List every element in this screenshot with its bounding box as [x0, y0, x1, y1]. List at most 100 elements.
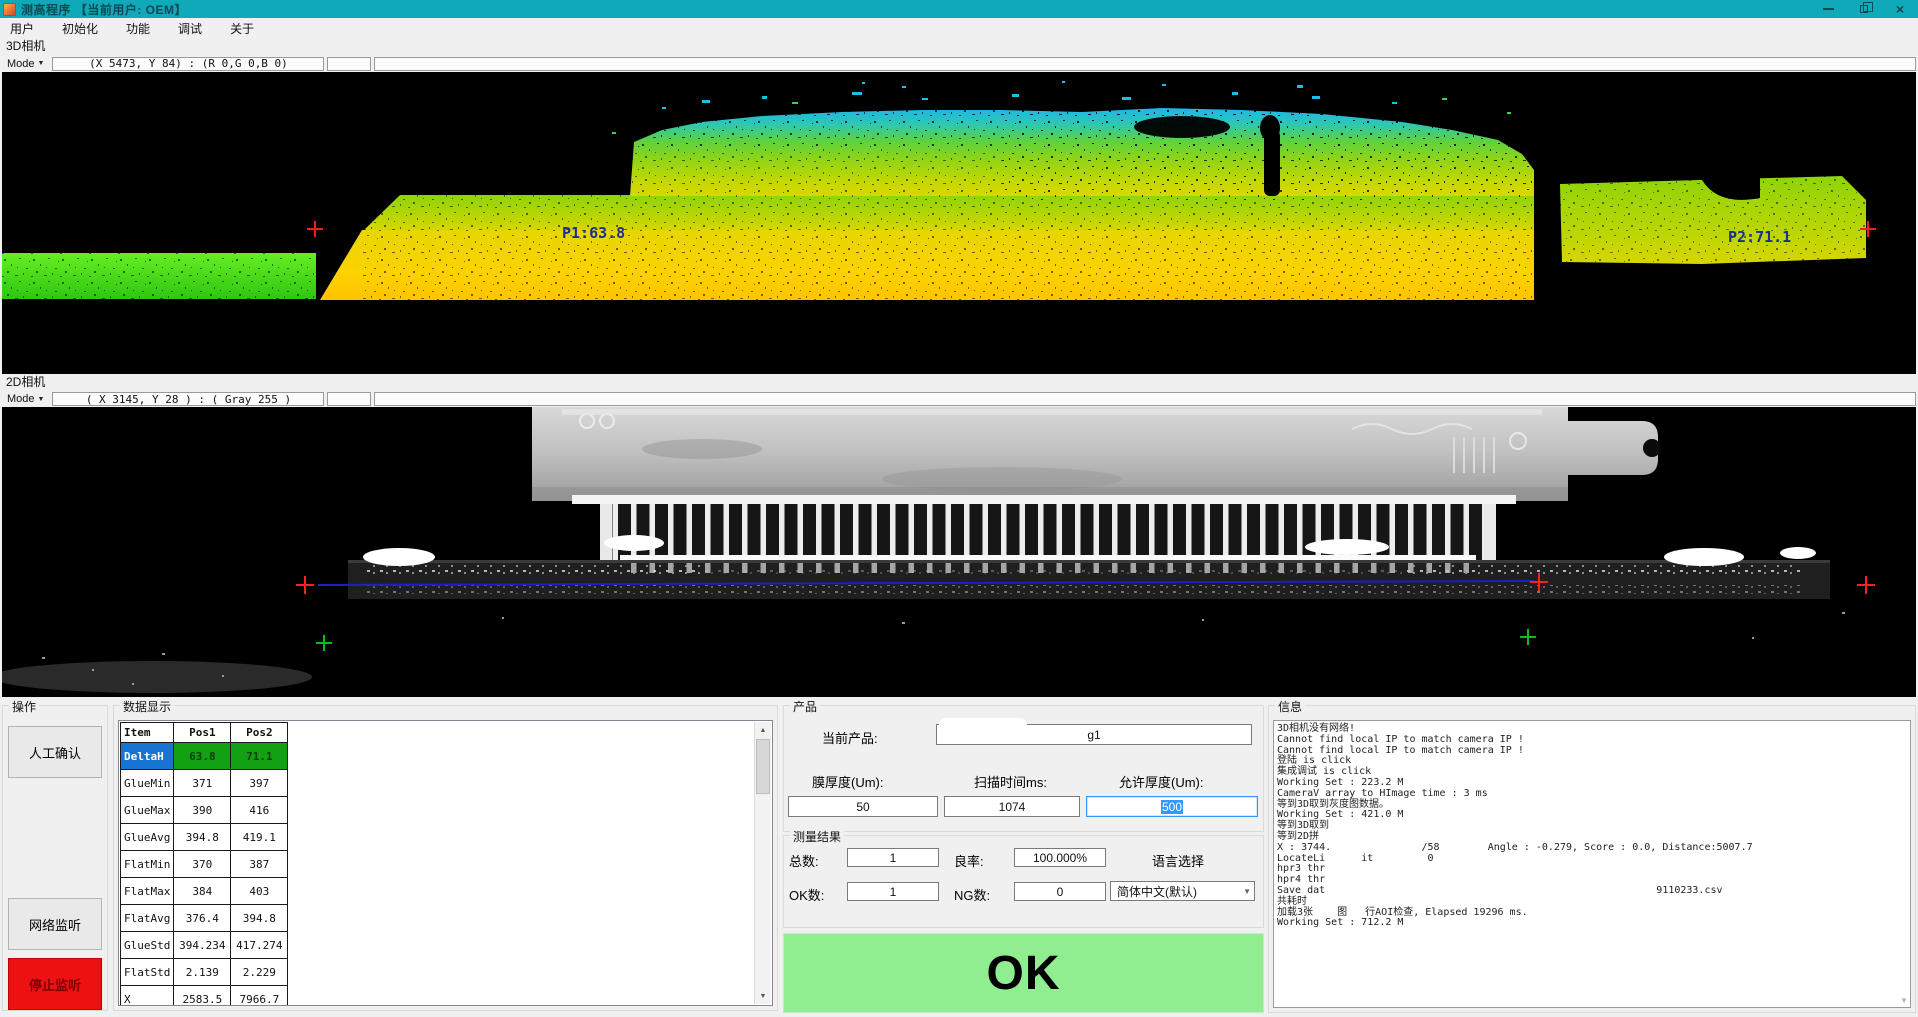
camera2d-status-box-wide	[374, 392, 1916, 406]
minimize-button[interactable]	[1810, 0, 1846, 18]
cell-pos1: 370	[174, 851, 231, 878]
camera3d-status-box-wide	[374, 57, 1916, 71]
cell-pos1: 394.234	[174, 932, 231, 959]
table-row[interactable]: FlatStd 2.139 2.229	[121, 959, 288, 986]
allow-thickness-input[interactable]: 500	[1086, 796, 1258, 817]
camera3d-label: 3D相机	[0, 38, 1918, 55]
scrollbar-thumb[interactable]	[756, 739, 770, 794]
ok-count-input[interactable]: 1	[847, 882, 939, 901]
grayscale-image	[2, 407, 1916, 697]
cell-item: FlatMax	[121, 878, 174, 905]
camera3d-status-box-empty	[327, 57, 371, 71]
camera2d-modebar: Mode ▼ ( X 3145, Y 28 ) : ( Gray 255 )	[0, 391, 1918, 407]
mode-button-label: Mode	[7, 58, 35, 70]
close-icon: ×	[1896, 2, 1904, 16]
selected-text: 500	[1161, 800, 1183, 814]
table-row[interactable]: FlatMax 384 403	[121, 878, 288, 905]
total-input[interactable]: 1	[847, 848, 939, 867]
cell-pos1: 394.8	[174, 824, 231, 851]
cell-pos2: 387	[231, 851, 288, 878]
menu-item-about[interactable]: 关于	[220, 18, 264, 39]
cell-item: X	[121, 986, 174, 1007]
cell-pos1: 2583.5	[174, 986, 231, 1007]
cell-item: FlatStd	[121, 959, 174, 986]
film-thickness-input[interactable]: 50	[788, 796, 938, 817]
log-line: Working Set : 712.2 M	[1277, 918, 1908, 929]
menu-bar: 用户 初始化 功能 调试 关于	[0, 18, 1918, 38]
network-listen-button[interactable]: 网络监听	[8, 898, 102, 950]
mode-button-label: Mode	[7, 393, 35, 405]
log-area[interactable]: 3D相机没有网络! Cannot find local IP to match …	[1273, 720, 1911, 1008]
close-button[interactable]: ×	[1882, 0, 1918, 18]
scroll-down-icon[interactable]: ▼	[755, 988, 771, 1004]
yield-input[interactable]: 100.000%	[1014, 848, 1106, 867]
cell-pos2: 2.229	[231, 959, 288, 986]
table-row[interactable]: GlueStd 394.234 417.274	[121, 932, 288, 959]
table-row[interactable]: GlueAvg 394.8 419.1	[121, 824, 288, 851]
menu-item-user[interactable]: 用户	[0, 18, 44, 39]
cell-pos2: 417.274	[231, 932, 288, 959]
scan-time-label: 扫描时间ms:	[974, 772, 1047, 791]
table-row[interactable]: GlueMax 390 416	[121, 797, 288, 824]
log-line: LocateLi it 0	[1277, 854, 1908, 865]
data-list-area: Item Pos1 Pos2 DeltaH 63.8 71.1 GlueMin …	[118, 720, 773, 1006]
title-bar: 测高程序 【当前用户: OEM】 ×	[0, 0, 1918, 18]
table-row[interactable]: DeltaH 63.8 71.1	[121, 743, 288, 770]
log-line: hpr3 thr	[1277, 864, 1908, 875]
scroll-down-icon[interactable]: ▼	[1900, 996, 1908, 1005]
cell-pos1: 376.4	[174, 905, 231, 932]
camera2d-status-box-empty	[327, 392, 371, 406]
log-line: Cannot find local IP to match camera IP …	[1277, 746, 1908, 757]
menu-item-function[interactable]: 功能	[116, 18, 160, 39]
cell-item: GlueMin	[121, 770, 174, 797]
redaction-blob	[939, 718, 1027, 732]
scan-time-input[interactable]: 1074	[944, 796, 1080, 817]
cell-pos2: 403	[231, 878, 288, 905]
minimize-icon	[1823, 8, 1834, 10]
camera3d-mode-button[interactable]: Mode ▼	[2, 56, 49, 71]
camera2d-pixel-readout: ( X 3145, Y 28 ) : ( Gray 255 )	[52, 392, 324, 406]
film-thickness-label: 膜厚度(Um):	[812, 772, 884, 791]
camera3d-modebar: Mode ▼ (X 5473, Y 84) : (R 0,G 0,B 0)	[0, 55, 1918, 72]
table-row[interactable]: X 2583.5 7966.7	[121, 986, 288, 1007]
table-row[interactable]: GlueMin 371 397	[121, 770, 288, 797]
table-row[interactable]: FlatAvg 376.4 394.8	[121, 905, 288, 932]
scroll-up-icon[interactable]: ▲	[755, 722, 771, 738]
log-line: X : 3744. /58 Angle : -0.279, Score : 0.…	[1277, 843, 1908, 854]
camera2d-viewport[interactable]	[2, 407, 1916, 697]
log-line: CameraV array to HImage time : 3 ms	[1277, 789, 1908, 800]
app-window: 测高程序 【当前用户: OEM】 × 用户 初始化 功能 调试 关于 3D相机 …	[0, 0, 1918, 1017]
cell-item: GlueMax	[121, 797, 174, 824]
operations-group: 操作 人工确认 网络监听 停止监听	[2, 705, 108, 1011]
bottom-panel: 操作 人工确认 网络监听 停止监听 数据显示 Item Pos1 Pos2 De…	[0, 697, 1918, 1017]
data-display-group: 数据显示 Item Pos1 Pos2 DeltaH 63.8 71.1 Glu…	[113, 705, 778, 1011]
ng-count-input[interactable]: 0	[1014, 882, 1106, 901]
col-header-item: Item	[121, 723, 174, 743]
menu-item-debug[interactable]: 调试	[168, 18, 212, 39]
col-header-pos1: Pos1	[174, 723, 231, 743]
chevron-down-icon: ▼	[1243, 887, 1251, 896]
camera3d-pixel-readout: (X 5473, Y 84) : (R 0,G 0,B 0)	[52, 57, 324, 71]
language-select[interactable]: 简体中文(默认) ▼	[1110, 881, 1255, 901]
table-row[interactable]: FlatMin 370 387	[121, 851, 288, 878]
info-group: 信息 3D相机没有网络! Cannot find local IP to mat…	[1268, 705, 1916, 1013]
stop-listen-button[interactable]: 停止监听	[8, 958, 102, 1010]
camera2d-mode-button[interactable]: Mode ▼	[2, 392, 49, 407]
camera3d-viewport[interactable]: P1:63.8 P2:71.1	[2, 72, 1916, 374]
log-line: 等到3D取到	[1277, 821, 1908, 832]
heightmap-image: P1:63.8 P2:71.1	[2, 72, 1916, 374]
cell-item: FlatAvg	[121, 905, 174, 932]
table-scrollbar[interactable]: ▲ ▼	[754, 722, 771, 1004]
col-header-pos2: Pos2	[231, 723, 288, 743]
cell-pos1: 371	[174, 770, 231, 797]
cell-pos2: 397	[231, 770, 288, 797]
allow-thickness-label: 允许厚度(Um):	[1119, 772, 1204, 791]
menu-item-initialize[interactable]: 初始化	[52, 18, 108, 39]
total-label: 总数:	[789, 851, 819, 870]
product-group: 产品 当前产品: g1 膜厚度(Um): 扫描时间ms: 允许厚度(Um): 5…	[783, 705, 1264, 832]
cell-pos2: 394.8	[231, 905, 288, 932]
cell-pos1: 384	[174, 878, 231, 905]
manual-confirm-button[interactable]: 人工确认	[8, 726, 102, 778]
camera2d-label: 2D相机	[0, 374, 1918, 391]
restore-button[interactable]	[1846, 0, 1882, 18]
